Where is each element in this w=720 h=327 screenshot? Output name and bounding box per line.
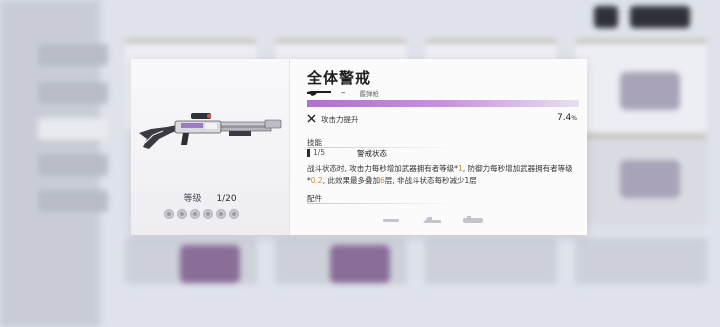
divider: [307, 203, 457, 204]
weapon-preview: 等级 1/20: [131, 59, 289, 235]
scope-icon[interactable]: [462, 215, 484, 225]
type-dash: –: [341, 88, 346, 98]
bg-tab: [38, 82, 108, 104]
rarity-bar: [307, 100, 579, 107]
bg-tab: [38, 154, 108, 176]
weapon-type: – 霰弹枪: [307, 87, 379, 99]
bg-card: [575, 238, 707, 284]
stat-row: 攻击力提升 7.4%: [307, 113, 577, 126]
skill-level: 1/5: [313, 148, 326, 157]
shotgun-icon: [307, 91, 331, 96]
shotgun-image: [139, 113, 282, 149]
skill-description: 战斗状态时, 攻击力每秒增加武器拥有者等级*1, 防御力每秒增加武器拥有者等级*…: [307, 163, 579, 187]
skill-name: 警戒状态: [357, 149, 387, 158]
enhance-slot-icon: [190, 209, 200, 219]
weapon-type-label: 霰弹枪: [359, 90, 380, 98]
bg-tab: [38, 190, 108, 212]
bg-top-button: [594, 6, 618, 28]
bg-item: [180, 245, 240, 283]
stock-icon[interactable]: [422, 215, 442, 225]
desc-text: , 此效果最多叠加: [322, 176, 380, 185]
desc-text: 层, 非战斗状态每秒减少1层: [384, 176, 477, 185]
stat-value: 7.4%: [556, 113, 577, 123]
bg-item: [620, 72, 680, 110]
desc-highlight-value: 0.2: [310, 176, 323, 185]
enhance-slot-icon: [216, 209, 226, 219]
bg-tab: [38, 118, 108, 140]
enhance-slot-icon: [177, 209, 187, 219]
bg-card: [425, 238, 557, 284]
bg-item: [620, 160, 680, 198]
stat-name: 攻击力提升: [321, 115, 359, 124]
level-value: 1/20: [216, 194, 237, 204]
weapon-level: 等级 1/20: [131, 191, 289, 204]
crossed-swords-icon: [307, 114, 316, 123]
weapon-detail-panel: 等级 1/20 全体警戒 – 霰弹枪 攻击力提升 7.4% 技能 1/5 警戒状…: [131, 59, 587, 235]
enhance-slot-icon: [203, 209, 213, 219]
bg-top-button: [630, 6, 690, 28]
weapon-name: 全体警戒: [307, 69, 372, 87]
desc-text: 战斗状态时, 攻击力每秒增加武器拥有者等级*: [307, 164, 459, 173]
level-label: 等级: [183, 194, 202, 204]
enhance-slot-icon: [229, 209, 239, 219]
muzzle-icon[interactable]: [382, 215, 400, 225]
weapon-info: 全体警戒 – 霰弹枪 攻击力提升 7.4% 技能 1/5 警戒状态 战斗状态时,…: [289, 59, 587, 235]
bg-tab: [38, 44, 108, 66]
enhance-slots: [164, 209, 239, 219]
enhance-slot-icon: [164, 209, 174, 219]
skill-level-marker: [307, 149, 310, 157]
bg-item: [330, 245, 390, 283]
